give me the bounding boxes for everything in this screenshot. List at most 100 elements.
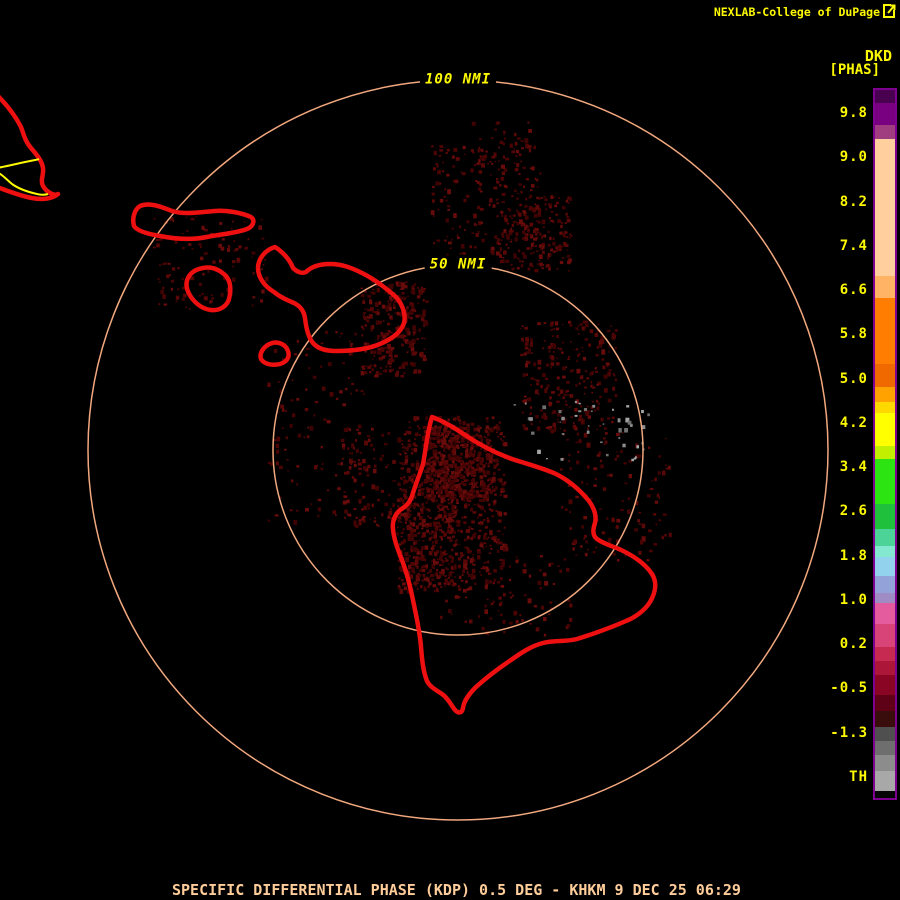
radar-echo <box>557 565 560 567</box>
radar-echo <box>628 460 632 463</box>
radar-echo <box>490 174 492 176</box>
radar-echo <box>648 446 651 449</box>
radar-echo <box>468 526 472 530</box>
radar-echo <box>591 401 594 403</box>
radar-echo <box>392 306 396 309</box>
radar-echo <box>380 338 384 341</box>
radar-echo <box>380 489 384 493</box>
radar-echo <box>478 187 482 191</box>
radar-echo <box>347 447 350 450</box>
radar-echo <box>497 168 501 171</box>
radar-echo <box>310 503 313 506</box>
radar-echo <box>473 482 477 486</box>
radar-echo <box>402 503 405 505</box>
radar-echo <box>584 386 587 389</box>
radar-echo <box>359 501 361 504</box>
radar-echo <box>664 464 667 467</box>
radar-echo <box>627 509 631 514</box>
radar-echo <box>412 505 416 509</box>
radar-echo <box>370 326 373 329</box>
radar-echo <box>433 496 436 500</box>
radar-echo <box>294 353 298 356</box>
colorbar-segment <box>875 647 895 661</box>
radar-echo <box>530 421 532 423</box>
radar-echo <box>390 347 395 350</box>
radar-echo <box>484 584 488 590</box>
radar-echo <box>415 565 418 568</box>
radar-echo <box>482 469 486 473</box>
radar-echo <box>422 312 426 317</box>
radar-echo <box>312 375 317 379</box>
radar-echo <box>267 519 270 522</box>
radar-echo <box>452 165 456 168</box>
radar-echo <box>559 421 562 423</box>
radar-echo <box>514 237 518 242</box>
colorbar-segment <box>875 125 895 139</box>
radar-echo <box>377 372 381 376</box>
radar-echo <box>454 576 456 578</box>
radar-echo <box>203 296 208 301</box>
radar-echo <box>445 152 448 154</box>
radar-echo <box>230 227 233 230</box>
radar-echo <box>570 394 572 396</box>
radar-echo <box>232 260 236 264</box>
radar-echo <box>413 581 418 585</box>
radar-echo <box>440 486 444 491</box>
radar-echo <box>538 259 541 262</box>
radar-echo <box>460 437 465 443</box>
radar-echo <box>544 581 549 586</box>
radar-echo <box>587 548 589 551</box>
radar-echo <box>547 243 551 247</box>
radar-echo <box>422 580 425 583</box>
radar-echo <box>385 466 388 469</box>
colorbar-segment <box>875 576 895 593</box>
radar-echo <box>432 544 434 547</box>
radar-echo <box>450 456 454 461</box>
radar-echo <box>410 545 414 550</box>
radar-echo <box>438 514 443 519</box>
radar-echo <box>537 263 540 266</box>
radar-echo <box>188 243 192 246</box>
radar-echo <box>487 462 490 466</box>
page-title: NEXLAB-College of DuPage <box>713 5 880 19</box>
radar-echo <box>158 303 161 306</box>
radar-echo <box>503 494 508 498</box>
radar-echo <box>289 509 293 512</box>
radar-echo <box>595 546 598 549</box>
radar-echo <box>406 351 409 354</box>
radar-echo <box>357 431 362 435</box>
radar-echo <box>475 433 478 436</box>
radar-echo <box>417 556 421 561</box>
radar-echo <box>290 399 294 402</box>
radar-echo <box>407 431 412 435</box>
colorbar-segment <box>875 593 895 603</box>
radar-echo <box>537 366 541 370</box>
radar-echo <box>607 398 612 403</box>
radar-echo <box>503 630 506 634</box>
radar-echo <box>376 309 380 311</box>
radar-echo <box>543 234 546 238</box>
radar-echo <box>446 568 449 571</box>
radar-echo <box>606 329 611 333</box>
radar-echo <box>337 487 341 491</box>
radar-echo <box>492 600 495 604</box>
radar-echo <box>517 193 519 195</box>
radar-echo <box>559 427 562 430</box>
radar-echo <box>540 409 543 412</box>
radar-echo <box>552 241 556 246</box>
radar-echo <box>585 540 588 544</box>
radar-echo <box>538 207 541 211</box>
radar-echo <box>489 427 494 433</box>
radar-echo <box>456 501 459 504</box>
radar-echo <box>396 498 401 503</box>
radar-echo <box>585 324 589 328</box>
radar-echo <box>527 397 532 402</box>
radar-echo <box>457 529 461 532</box>
radar-echo <box>537 580 542 585</box>
radar-echo <box>404 552 409 556</box>
radar-echo <box>599 395 602 398</box>
radar-echo <box>183 293 187 298</box>
radar-echo <box>452 417 457 421</box>
radar-echo <box>364 324 368 327</box>
radar-echo <box>361 508 364 511</box>
